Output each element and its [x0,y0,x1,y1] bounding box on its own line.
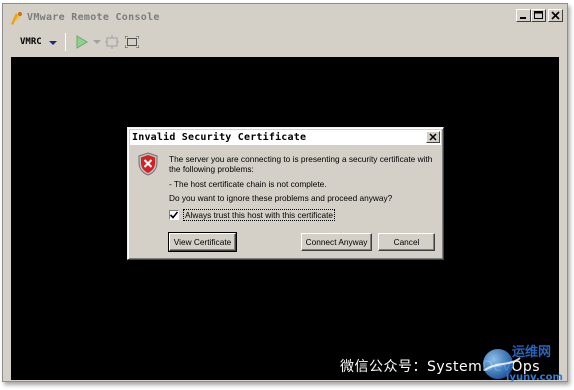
checkmark-icon [170,211,178,219]
security-certificate-dialog: Invalid Security Certificate The server … [127,127,444,260]
vmware-app-icon [11,11,22,25]
title-bar: VMware Remote Console [6,7,564,28]
fullscreen-button[interactable] [122,32,142,52]
view-certificate-button[interactable]: View Certificate [168,232,237,252]
always-trust-checkbox-row[interactable]: Always trust this host with this certifi… [169,209,336,221]
close-icon [551,11,560,20]
devices-icon [104,35,119,49]
connect-anyway-button[interactable]: Connect Anyway [301,233,372,251]
toolbar: VMRC [6,29,564,55]
logo-en-text: iyunv.com [506,372,563,383]
vm-menu-label[interactable]: VMRC [20,37,42,47]
dropdown-arrow-icon [92,40,101,44]
dialog-close-button[interactable] [426,131,440,143]
shield-error-icon [138,152,158,176]
devices-button[interactable] [102,32,122,52]
dialog-message: The server you are connecting to is pres… [169,154,433,174]
dialog-problem: - The host certificate chain is not comp… [169,179,327,189]
window-title: VMware Remote Console [27,12,160,23]
maximize-button[interactable] [531,9,546,22]
site-logo: 运维网 iyunv.com [483,344,563,383]
close-icon [429,133,437,141]
fullscreen-icon [124,36,139,48]
minimize-button[interactable] [516,9,531,22]
always-trust-checkbox[interactable] [169,210,179,220]
play-button[interactable] [72,32,92,52]
close-button[interactable] [548,9,563,22]
play-dropdown[interactable] [92,32,102,52]
maximize-icon [534,11,543,19]
dialog-question: Do you want to ignore these problems and… [169,193,393,203]
play-icon [76,35,88,49]
cancel-button[interactable]: Cancel [378,233,435,251]
dialog-title: Invalid Security Certificate [132,132,307,143]
vm-menu-dropdown-icon[interactable] [48,41,57,45]
dialog-title-bar: Invalid Security Certificate [130,130,441,145]
logo-cn-text: 运维网 [512,344,551,360]
always-trust-label[interactable]: Always trust this host with this certifi… [183,209,336,221]
minimize-icon [520,17,526,19]
toolbar-separator [64,33,66,51]
